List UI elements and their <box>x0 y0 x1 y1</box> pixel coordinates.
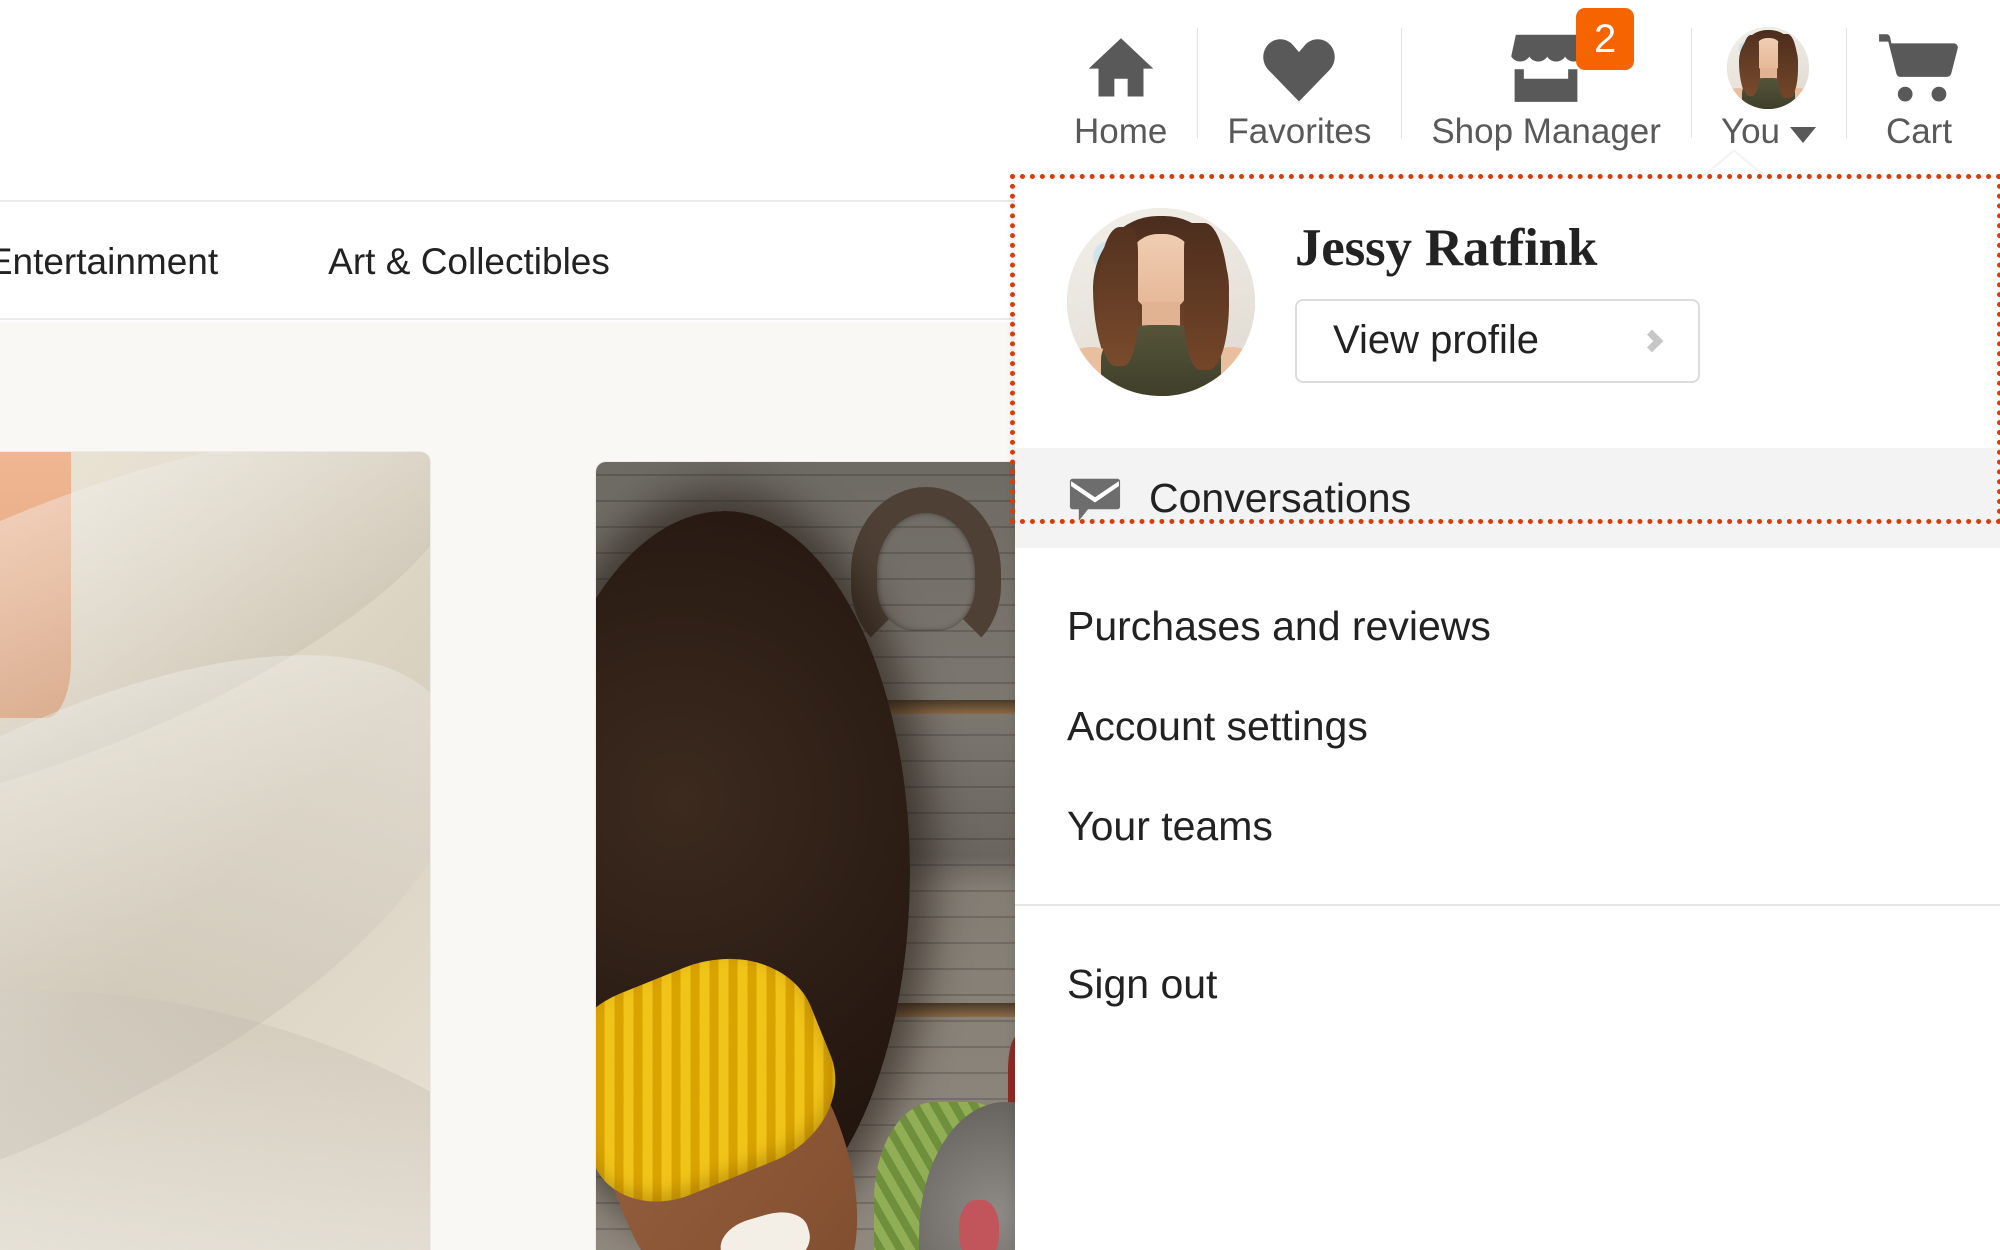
product-image-headband <box>596 462 1044 1250</box>
nav-items-group: Home Favorites 2 Shop Manager You Cart <box>1044 0 1992 200</box>
menu-item-your-teams[interactable]: Your teams <box>1015 776 2000 876</box>
nav-label-you-text: You <box>1720 112 1780 151</box>
nav-item-shop-manager[interactable]: 2 Shop Manager <box>1401 0 1691 178</box>
view-profile-label: View profile <box>1333 318 1540 362</box>
nav-item-favorites[interactable]: Favorites <box>1197 0 1401 178</box>
nav-label-home: Home <box>1074 112 1168 151</box>
storefront-icon <box>1511 34 1584 102</box>
dropdown-user-header: Jessy Ratfink View profile <box>1015 178 2000 426</box>
product-card-headband[interactable] <box>596 462 1044 1250</box>
menu-spacer-top <box>1015 426 2000 448</box>
product-image-sweater <box>0 452 430 1250</box>
menu-item-conversations[interactable]: Conversations <box>1015 448 2000 548</box>
storefront-icon-wrap: 2 <box>1506 8 1635 110</box>
menu-item-conversations-label: Conversations <box>1149 474 1412 521</box>
category-item-toys-entertainment[interactable]: oys & Entertainment <box>0 243 273 280</box>
menu-item-purchases-and-reviews-label: Purchases and reviews <box>1067 602 1491 649</box>
avatar-portrait <box>1727 27 1810 109</box>
shopping-cart-icon <box>1879 34 1958 102</box>
heart-icon <box>1263 39 1336 102</box>
dropdown-menu-list: Conversations Purchases and reviews Acco… <box>1015 426 2000 1034</box>
dropdown-avatar-portrait <box>1067 208 1255 396</box>
chevron-right-icon <box>1640 329 1664 352</box>
nav-label-cart: Cart <box>1885 112 1953 151</box>
nav-item-cart[interactable]: Cart <box>1846 0 1992 178</box>
nav-label-you: You <box>1721 114 1816 149</box>
shop-manager-badge: 2 <box>1576 8 1635 70</box>
home-icon-wrap <box>1083 26 1159 110</box>
menu-item-account-settings-label: Account settings <box>1067 702 1368 749</box>
menu-spacer-1 <box>1015 548 2000 576</box>
menu-item-sign-out-label: Sign out <box>1067 960 1218 1007</box>
product-card-sweater[interactable] <box>0 452 430 1250</box>
user-display-name: Jessy Ratfink <box>1295 218 1598 277</box>
you-dropdown-menu: Jessy Ratfink View profile Conversations… <box>1015 178 2000 1250</box>
menu-spacer-3 <box>1015 906 2000 934</box>
heart-icon-wrap <box>1260 26 1338 110</box>
nav-label-shop-manager: Shop Manager <box>1431 112 1661 151</box>
menu-item-account-settings[interactable]: Account settings <box>1015 676 2000 776</box>
dropdown-pointer-arrow <box>1700 152 1768 180</box>
home-icon <box>1088 38 1154 97</box>
conversations-icon <box>1069 478 1121 521</box>
menu-item-purchases-and-reviews[interactable]: Purchases and reviews <box>1015 576 2000 676</box>
menu-spacer-2 <box>1015 876 2000 904</box>
nav-label-favorites: Favorites <box>1227 112 1372 151</box>
category-nav-inner: oys & Entertainment Art & Collectibles <box>0 202 665 320</box>
shopping-cart-icon-wrap <box>1876 26 1962 110</box>
chevron-down-icon <box>1790 126 1816 143</box>
etsy-page: Home Favorites 2 Shop Manager You Cart E… <box>0 0 2000 1250</box>
dropdown-avatar <box>1067 208 1255 396</box>
nav-item-home[interactable]: Home <box>1044 0 1197 178</box>
user-avatar <box>1727 27 1810 109</box>
category-item-art-collectibles[interactable]: Art & Collectibles <box>273 243 665 280</box>
view-profile-button[interactable]: View profile <box>1295 298 1700 383</box>
menu-item-sign-out[interactable]: Sign out <box>1015 934 2000 1034</box>
dropdown-user-info: Jessy Ratfink View profile <box>1295 218 1700 383</box>
menu-item-your-teams-label: Your teams <box>1067 802 1273 849</box>
user-avatar-wrap <box>1727 26 1810 110</box>
